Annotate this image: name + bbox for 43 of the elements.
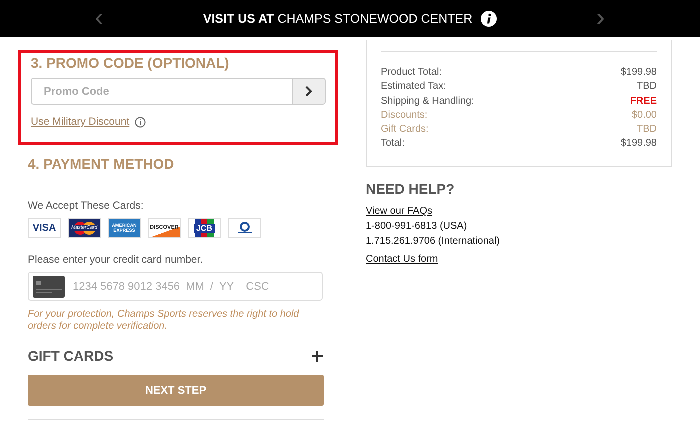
section-heading: 3. PROMO CODE (OPTIONAL) xyxy=(31,55,230,71)
banner-text: VISIT US AT CHAMPS STONEWOOD CENTER xyxy=(203,12,473,26)
cards-label: We Accept These Cards: xyxy=(28,200,145,212)
summary-value: $199.98 xyxy=(620,137,657,152)
help-link[interactable]: Contact Us form xyxy=(366,254,438,265)
summary-label: Discounts: xyxy=(381,108,428,123)
phone-number: 1-800-991-6813 (USA) xyxy=(366,220,468,234)
card-prompt: Please enter your credit card number. xyxy=(28,254,204,266)
card-number-placeholder: 1234 5678 9012 3456 xyxy=(73,280,180,292)
help-heading: NEED HELP? xyxy=(366,181,456,197)
military-discount-link[interactable]: Use Military Discount xyxy=(31,116,130,128)
summary-value: $0.00 xyxy=(632,108,657,123)
csc-placeholder: CSC xyxy=(246,280,270,292)
verification-notice: For your protection, Champs Sports reserves the right to hold orders for complete verification. xyxy=(28,309,300,333)
help-link[interactable]: View our FAQs xyxy=(366,206,433,217)
card-number-field[interactable]: 1234 5678 9012 3456 MM / YY CSC xyxy=(28,272,323,301)
previous-arrow[interactable]: ‹ xyxy=(95,4,104,30)
section-heading: 4. PAYMENT METHOD xyxy=(28,156,176,172)
summary-label: Shipping & Handling: xyxy=(381,94,474,109)
month-placeholder: MM xyxy=(186,280,204,292)
next-arrow[interactable]: › xyxy=(596,4,605,30)
date-separator: / xyxy=(210,280,214,292)
summary-label: Gift Cards: xyxy=(381,123,429,138)
credit-card-icon xyxy=(33,276,65,298)
summary-label: Product Total: xyxy=(381,66,442,80)
next-step-button[interactable]: NEXT STEP xyxy=(28,375,324,406)
chevron-icon xyxy=(305,86,313,97)
promo-code-field[interactable]: Promo Code xyxy=(31,78,292,105)
year-placeholder: YY xyxy=(219,280,234,292)
phone-number: 1.715.261.9706 (International) xyxy=(366,235,501,249)
summary-label: Total: xyxy=(381,137,405,152)
card-logo xyxy=(228,218,261,238)
card-logo: VISA xyxy=(28,218,61,238)
section-heading: GIFT CARDS xyxy=(28,348,114,364)
summary-value: TBD xyxy=(637,123,657,138)
plus-icon[interactable] xyxy=(312,350,323,362)
card-logo: JCB xyxy=(188,218,221,238)
apply-button[interactable] xyxy=(292,78,326,105)
summary-value: $199.98 xyxy=(620,66,657,80)
summary-value: TBD xyxy=(637,80,657,94)
info-icon[interactable] xyxy=(480,10,497,26)
summary-value: FREE xyxy=(630,94,657,109)
summary-label: Estimated Tax: xyxy=(381,80,446,94)
